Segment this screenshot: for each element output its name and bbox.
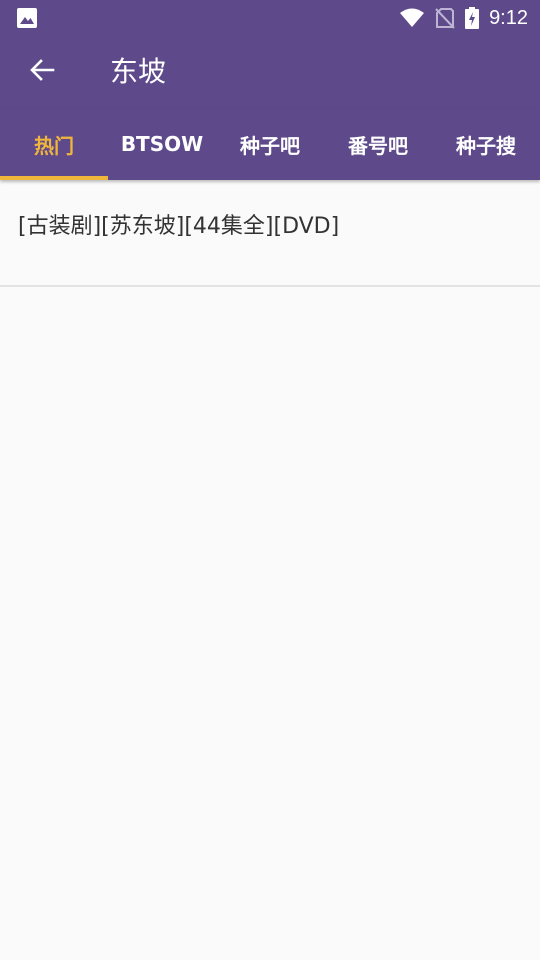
arrow-back-icon [29, 57, 55, 88]
app-bar: 东坡 [0, 36, 540, 108]
image-icon [16, 7, 38, 29]
tab-bar: 热门 BTSOW 种子吧 番号吧 种子搜 [0, 108, 540, 180]
list-item[interactable]: [古装剧][苏东坡][44集全][DVD] [0, 180, 540, 287]
list-item-title: [古装剧][苏东坡][44集全][DVD] [18, 214, 340, 239]
back-button[interactable] [18, 48, 66, 96]
result-list: [古装剧][苏东坡][44集全][DVD] [0, 180, 540, 287]
status-icons: 9:12 [389, 0, 528, 36]
page-title: 东坡 [110, 55, 167, 88]
tab-zhongziba[interactable]: 种子吧 [216, 108, 324, 180]
tab-zhongzisou[interactable]: 种子搜 [432, 108, 540, 180]
tab-fanhaoba[interactable]: 番号吧 [324, 108, 432, 180]
status-time: 9:12 [489, 6, 528, 29]
tab-btsow[interactable]: BTSOW [108, 108, 216, 180]
tab-hot[interactable]: 热门 [0, 108, 108, 180]
battery-charging-icon [465, 7, 480, 29]
no-sim-icon [435, 7, 455, 29]
wifi-icon [399, 7, 425, 29]
status-bar: 9:12 [0, 0, 540, 36]
screen: 9:12 东坡 热门 BTSOW 种子吧 番号吧 种子搜 [古装剧][苏东坡][… [0, 0, 540, 960]
